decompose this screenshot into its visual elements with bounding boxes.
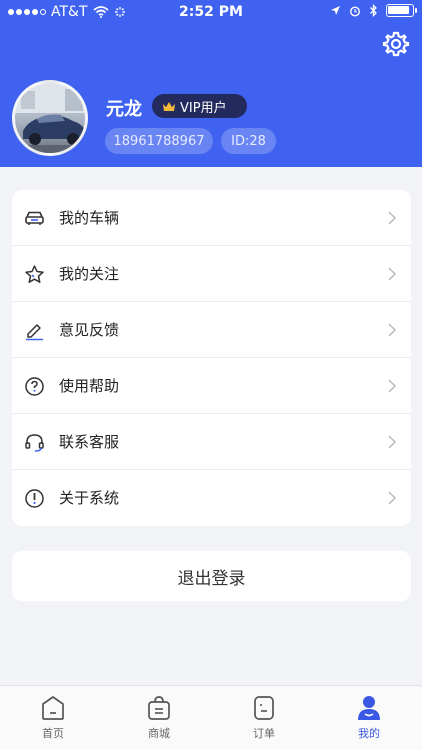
avatar[interactable] [12,80,88,156]
status-bar: AT&T 2:52 PM [0,0,422,26]
settings-gear-icon[interactable] [382,30,410,58]
menu-item-label: 关于系统 [59,489,120,507]
menu-item-help[interactable]: 使用帮助 [12,358,411,414]
chevron-right-icon [388,491,397,505]
menu-item-label: 我的关注 [59,265,120,283]
logout-label: 退出登录 [177,568,246,589]
user-id-chip: ID:28 [221,128,276,154]
crown-icon [163,101,175,111]
menu-item-label: 意见反馈 [59,321,120,339]
menu-item-about-system[interactable]: 关于系统 [12,470,411,526]
tab-label: 商城 [148,727,170,740]
headset-icon [25,434,44,452]
tab-mine[interactable]: 我的 [316,686,422,750]
menu-item-customer-service[interactable]: 联系客服 [12,414,411,470]
profile-icon [358,696,380,720]
alarm-icon [349,5,361,17]
menu-item-my-follows[interactable]: 我的关注 [12,246,411,302]
tab-label: 首页 [42,727,64,740]
car-icon [25,211,44,225]
shop-icon [148,696,170,720]
phone-number: 18961788967 [113,133,205,149]
vip-badge: VIP用户 [152,94,247,118]
chevron-right-icon [388,211,397,225]
profile-header: AT&T 2:52 PM 元龙 VIP用户 18961788967 ID:28 [0,0,422,167]
info-icon [25,489,44,508]
star-icon [25,265,44,283]
chevron-right-icon [388,267,397,281]
menu-card: 我的车辆 我的关注 意见反馈 使用帮助 联系客服 关于系统 [12,190,411,526]
status-right [330,4,417,17]
menu-item-label: 联系客服 [59,433,120,451]
pen-icon [26,324,43,341]
menu-item-label: 使用帮助 [59,377,120,395]
phone-chip: 18961788967 [105,128,213,154]
tab-label: 订单 [253,727,275,740]
chevron-right-icon [388,323,397,337]
menu-item-label: 我的车辆 [59,209,120,227]
user-id: ID:28 [231,133,266,149]
tab-label: 我的 [358,727,380,740]
tab-home[interactable]: 首页 [0,686,106,750]
menu-item-feedback[interactable]: 意见反馈 [12,302,411,358]
battery-level [388,6,409,14]
home-icon [42,696,64,720]
vip-label: VIP用户 [180,100,227,116]
bluetooth-icon [370,4,377,17]
chevron-right-icon [388,379,397,393]
logout-button[interactable]: 退出登录 [12,551,411,601]
tab-bar: 首页 商城 订单 我的 [0,685,422,750]
menu-item-my-vehicles[interactable]: 我的车辆 [12,190,411,246]
location-icon [331,6,340,15]
battery-icon [386,4,417,17]
chevron-right-icon [388,435,397,449]
order-icon [254,696,274,720]
tab-orders[interactable]: 订单 [211,686,317,750]
username: 元龙 [106,99,142,120]
tab-shop[interactable]: 商城 [106,686,212,750]
question-icon [25,377,44,396]
car-photo-icon [15,83,85,153]
